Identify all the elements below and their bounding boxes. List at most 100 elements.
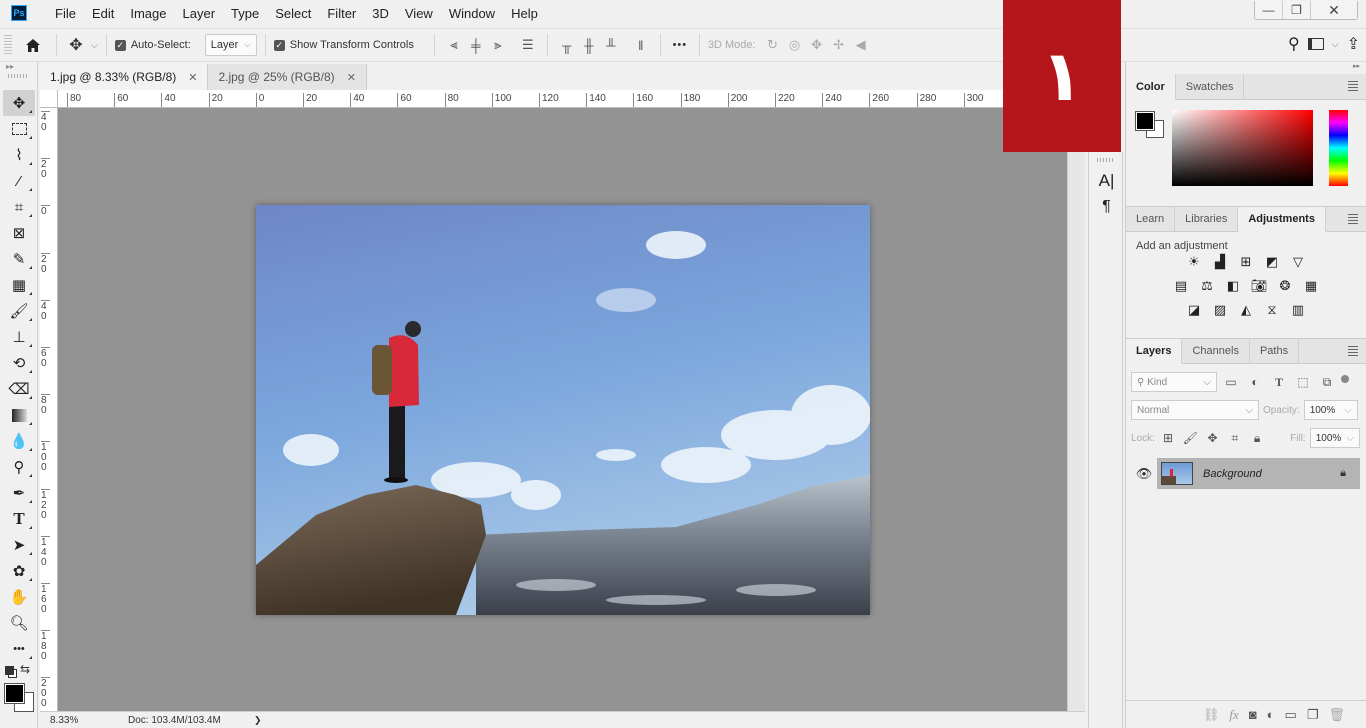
horizontal-ruler[interactable]: 80 60 40 20 0 20 40 60 80 100 120 140 160 180 200 220 24… (58, 90, 1008, 108)
3d-slide-icon[interactable]: ✢ (828, 34, 850, 56)
align-bottom-edges-icon[interactable]: ╨ (600, 34, 622, 56)
frame-tool[interactable]: ⊠ (3, 220, 35, 246)
chevron-down-icon[interactable]: ⌵ (1332, 39, 1339, 50)
lasso-tool[interactable]: ⌇ (3, 142, 35, 168)
foreground-color-chip[interactable] (1135, 111, 1155, 131)
distribute-horizontally-icon[interactable]: ‖ (630, 34, 652, 56)
tab-libraries[interactable]: Libraries (1175, 207, 1239, 231)
tab-channels[interactable]: Channels (1182, 339, 1250, 363)
collapse-panels-icon[interactable]: ▸▸ (1126, 62, 1366, 74)
status-menu-arrow[interactable]: ❯ (254, 715, 262, 726)
close-icon[interactable]: ✕ (188, 71, 197, 84)
panel-menu-icon[interactable] (1348, 346, 1358, 356)
share-icon[interactable]: ⇪ (1347, 34, 1360, 54)
magic-wand-tool[interactable]: ⁄ (3, 168, 35, 194)
invert-icon[interactable]: ◪ (1185, 302, 1203, 318)
align-top-edges-icon[interactable]: ╥ (556, 34, 578, 56)
chevron-down-icon[interactable]: ⌵ (91, 40, 98, 51)
align-right-edges-icon[interactable]: ⫸ (487, 34, 509, 56)
menu-3d[interactable]: 3D (364, 6, 397, 21)
3d-roll-icon[interactable]: ◎ (784, 34, 806, 56)
blur-tool[interactable]: 💧 (3, 428, 35, 454)
3d-orbit-icon[interactable]: ↻ (762, 34, 784, 56)
collapse-toolbar-icon[interactable]: ▸▸ (0, 62, 37, 74)
new-group-icon[interactable]: ▭ (1285, 707, 1297, 723)
history-brush-tool[interactable]: ⟲ (3, 350, 35, 376)
menu-filter[interactable]: Filter (319, 6, 364, 21)
dock-grip[interactable] (1097, 158, 1114, 162)
panel-menu-icon[interactable] (1348, 81, 1358, 91)
menu-view[interactable]: View (397, 6, 441, 21)
default-colors-icon[interactable] (5, 666, 14, 675)
lock-position-icon[interactable]: ✥ (1203, 429, 1221, 447)
eraser-tool[interactable]: ⌫ (3, 376, 35, 402)
color-field[interactable] (1172, 110, 1313, 186)
exposure-icon[interactable]: ◩ (1263, 254, 1281, 270)
clone-stamp-tool[interactable]: ⊥ (3, 324, 35, 350)
gradient-tool[interactable] (3, 402, 35, 428)
3d-pan-icon[interactable]: ✥ (806, 34, 828, 56)
lock-transparent-pixels-icon[interactable]: ⊞ (1159, 429, 1177, 447)
tab-paths[interactable]: Paths (1250, 339, 1300, 363)
path-selection-tool[interactable]: ➤ (3, 532, 35, 558)
restore-button[interactable]: ❐ (1283, 1, 1311, 19)
hue-slider[interactable] (1329, 110, 1348, 186)
doc-tab-2[interactable]: 2.jpg @ 25% (RGB/8) ✕ (208, 64, 367, 90)
marquee-tool[interactable] (3, 116, 35, 142)
menu-select[interactable]: Select (267, 6, 319, 21)
filter-type-icon[interactable]: T (1269, 373, 1289, 391)
new-adjustment-layer-icon[interactable]: ◐ (1267, 707, 1275, 722)
posterize-icon[interactable]: ▨ (1211, 302, 1229, 318)
zoom-level-field[interactable]: 8.33% (40, 715, 110, 726)
document-image[interactable] (256, 205, 870, 615)
align-horizontal-centers-icon[interactable]: ╪ (465, 34, 487, 56)
layer-row[interactable]: 👁︎ Background 🔒︎ (1131, 458, 1360, 489)
filter-toggle[interactable] (1341, 375, 1349, 383)
link-layers-icon[interactable]: ⛓ (1203, 707, 1220, 723)
threshold-icon[interactable]: ◭ (1237, 302, 1255, 318)
menu-type[interactable]: Type (223, 6, 267, 21)
home-button[interactable] (18, 33, 48, 57)
tab-layers[interactable]: Layers (1126, 339, 1183, 364)
workspace-switcher-icon[interactable] (1307, 38, 1324, 50)
auto-select-checkbox[interactable]: ✓ Auto-Select: (114, 33, 191, 57)
menu-edit[interactable]: Edit (84, 6, 122, 21)
paragraph-panel-button[interactable]: ¶ (1089, 194, 1124, 220)
menu-file[interactable]: File (47, 6, 84, 21)
close-button[interactable]: ✕ (1311, 1, 1357, 19)
levels-icon[interactable]: ▟ (1211, 254, 1229, 270)
lock-image-pixels-icon[interactable]: 🖌 (1181, 429, 1199, 447)
opacity-field[interactable]: 100% ⌵ (1303, 400, 1358, 420)
dodge-tool[interactable]: ⚲ (3, 454, 35, 480)
healing-brush-tool[interactable]: ▦ (3, 272, 35, 298)
brightness-contrast-icon[interactable]: ☀ (1185, 254, 1203, 270)
align-vertical-centers-icon[interactable]: ╫ (578, 34, 600, 56)
layer-filter-dropdown[interactable]: ⚲ Kind ⌵ (1131, 372, 1217, 392)
tab-adjustments[interactable]: Adjustments (1238, 207, 1326, 232)
new-layer-icon[interactable]: ❐ (1307, 707, 1319, 723)
menu-image[interactable]: Image (122, 6, 174, 21)
channel-mixer-icon[interactable]: ❂ (1276, 278, 1294, 294)
menu-window[interactable]: Window (441, 6, 503, 21)
3d-scale-icon[interactable]: ◀ (850, 34, 872, 56)
panel-menu-icon[interactable] (1348, 214, 1358, 224)
distribute-vertically-icon[interactable]: ☰ (517, 34, 539, 56)
hand-tool[interactable]: ✋ (3, 584, 35, 610)
vertical-ruler[interactable]: 4020020406080100120140160180200 (40, 108, 58, 712)
tab-color[interactable]: Color (1126, 74, 1176, 100)
filter-adjustment-icon[interactable]: ◐ (1245, 373, 1265, 391)
crop-tool[interactable]: ⌗ (3, 194, 35, 220)
delete-layer-icon[interactable]: 🗑︎ (1328, 707, 1345, 723)
layer-style-fx-icon[interactable]: fx (1229, 707, 1238, 723)
eyedropper-tool[interactable]: ✎ (3, 246, 35, 272)
shape-tool[interactable]: ✿ (3, 558, 35, 584)
visibility-eye-icon[interactable]: 👁︎ (1131, 466, 1157, 482)
lock-all-icon[interactable]: 🔒︎ (1248, 429, 1266, 447)
swap-colors-icon[interactable]: ⇆ (20, 662, 30, 676)
filter-shape-icon[interactable]: ⬚ (1293, 373, 1313, 391)
align-left-edges-icon[interactable]: ⫷ (443, 34, 465, 56)
move-tool-preset-button[interactable]: ✥ (65, 33, 87, 57)
fill-field[interactable]: 100% ⌵ (1309, 428, 1361, 448)
minimize-button[interactable]: — (1255, 1, 1283, 19)
doc-tab-1[interactable]: 1.jpg @ 8.33% (RGB/8) ✕ (40, 64, 209, 90)
